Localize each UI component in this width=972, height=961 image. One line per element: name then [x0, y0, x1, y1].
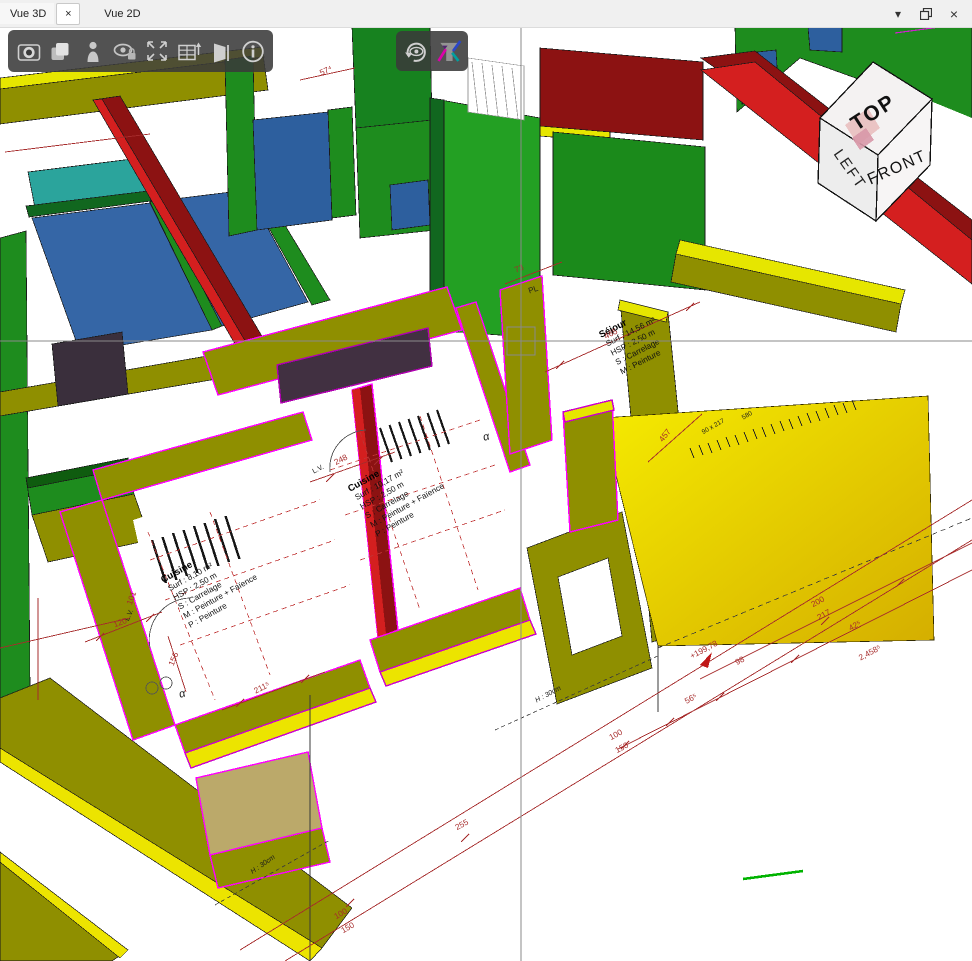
restore-icon [920, 8, 932, 20]
eye-lock-icon[interactable] [110, 36, 139, 66]
viewport-3d[interactable]: TOP LEFT FRONT CuisineSurf : 8,10 m²HSP … [0, 27, 972, 961]
tab-vue-2d[interactable]: Vue 2D [94, 3, 150, 25]
window-close-button[interactable]: × [946, 6, 962, 22]
window-menu-button[interactable]: ▾ [890, 6, 906, 22]
floors-icon[interactable] [174, 36, 203, 66]
walkthrough-person-icon[interactable] [78, 36, 107, 66]
snapshot-icon[interactable] [14, 36, 43, 66]
tab-bar: Vue 3D × Vue 2D ▾ × [0, 0, 972, 28]
window-restore-button[interactable] [918, 6, 934, 22]
filter-icon[interactable] [434, 36, 463, 66]
window-controls: ▾ × [890, 6, 972, 22]
display-toolbar [396, 31, 468, 71]
door-icon[interactable] [206, 36, 235, 66]
app-window: { "tab_bar": { "tabs": [ {"label": "Vue … [0, 0, 972, 961]
layers-icon[interactable] [46, 36, 75, 66]
tab-vue-3d[interactable]: Vue 3D [0, 3, 54, 24]
refresh-view-icon[interactable] [401, 36, 430, 66]
view-toolbar [8, 30, 273, 72]
zoom-fit-icon[interactable] [142, 36, 171, 66]
tab-close-button[interactable]: × [56, 3, 80, 25]
info-icon[interactable] [238, 36, 267, 66]
